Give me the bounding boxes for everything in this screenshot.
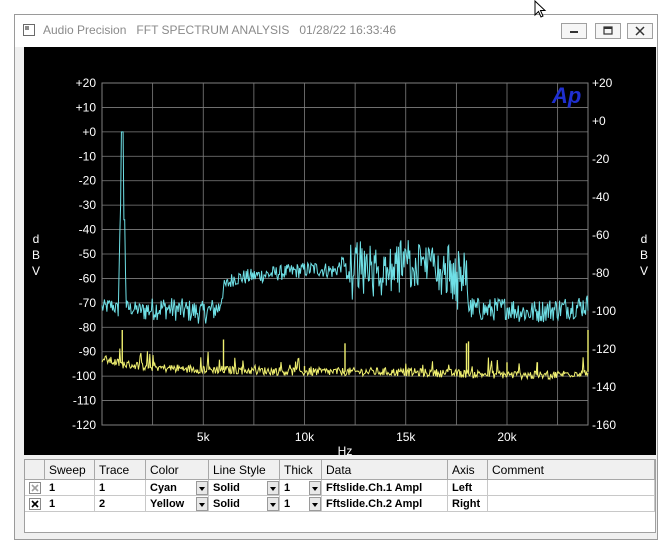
cell-sweep: 1	[45, 480, 95, 496]
right-tick-label: -60	[592, 228, 610, 242]
left-tick-label: -50	[79, 247, 97, 261]
left-tick-label: -90	[79, 345, 97, 359]
cell-data[interactable]: Fftslide.Ch.1 Ampl	[322, 480, 448, 496]
cell-sweep: 1	[45, 496, 95, 512]
trace-table[interactable]: Sweep Trace Color Line Style Thick Data Axis Co…	[24, 459, 656, 533]
app-window: Audio Precision FFT SPECTRUM ANALYSIS 01…	[14, 14, 658, 540]
right-axis-label: B	[640, 248, 648, 262]
right-tick-label: -40	[592, 190, 610, 204]
left-tick-label: -10	[79, 149, 97, 163]
cell-comment[interactable]	[488, 480, 655, 496]
close-icon	[635, 26, 645, 36]
right-tick-label: +0	[592, 114, 606, 128]
right-tick-label: -120	[592, 342, 616, 356]
left-tick-label: -30	[79, 198, 97, 212]
right-tick-label: -160	[592, 418, 616, 432]
close-button[interactable]	[627, 23, 653, 39]
minimize-button[interactable]	[561, 23, 587, 39]
right-axis-label: d	[641, 232, 648, 246]
ap-logo: Ap	[551, 83, 581, 108]
left-tick-label: +0	[82, 125, 96, 139]
left-tick-label: -120	[72, 418, 96, 432]
cell-axis[interactable]: Right	[448, 496, 488, 512]
left-axis-label: d	[33, 232, 40, 246]
x-tick-label: 15k	[396, 430, 416, 444]
cell-axis[interactable]: Left	[448, 480, 488, 496]
trace-visible-checkbox[interactable]	[29, 482, 41, 494]
table-header-line-style[interactable]: Line Style	[209, 460, 280, 480]
table-header-comment[interactable]: Comment	[488, 460, 655, 480]
maximize-icon	[603, 26, 613, 35]
left-axis-label: B	[32, 248, 40, 262]
cell-trace: 1	[95, 480, 146, 496]
dropdown-arrow-icon[interactable]	[309, 497, 321, 511]
dropdown-arrow-icon[interactable]	[267, 481, 279, 495]
table-header-axis[interactable]: Axis	[448, 460, 488, 480]
maximize-button[interactable]	[595, 23, 621, 39]
mouse-cursor-icon	[534, 0, 547, 18]
dropdown-arrow-icon[interactable]	[196, 497, 208, 511]
spectrum-plot[interactable]: +20 +10 +0 -10 -20 -30 -40 -50 -60 -70 -80 -90 -100 -…	[24, 47, 656, 455]
x-tick-label: 5k	[197, 430, 211, 444]
left-tick-label: -40	[79, 223, 97, 237]
trace-visible-checkbox[interactable]	[29, 498, 41, 510]
app-icon[interactable]	[23, 24, 35, 36]
table-header-color[interactable]: Color	[146, 460, 209, 480]
series-line-ch1	[101, 131, 589, 324]
x-tick-label: 10k	[295, 430, 315, 444]
cell-data[interactable]: Fftslide.Ch.2 Ampl	[322, 496, 448, 512]
left-tick-label: -20	[79, 174, 97, 188]
left-tick-label: +20	[76, 76, 97, 90]
dropdown-arrow-icon[interactable]	[196, 481, 208, 495]
window-title: Audio Precision FFT SPECTRUM ANALYSIS 01…	[43, 23, 397, 37]
right-tick-label: +20	[592, 76, 613, 90]
title-bar[interactable]: Audio Precision FFT SPECTRUM ANALYSIS 01…	[15, 15, 657, 47]
left-tick-label: -80	[79, 320, 97, 334]
table-header-thick[interactable]: Thick	[280, 460, 322, 480]
table-header-sweep[interactable]: Sweep	[45, 460, 95, 480]
right-tick-label: -100	[592, 304, 616, 318]
right-tick-label: -80	[592, 266, 610, 280]
left-axis-label: V	[32, 264, 40, 278]
right-tick-label: -20	[592, 152, 610, 166]
left-tick-label: -60	[79, 271, 97, 285]
left-tick-label: -70	[79, 296, 97, 310]
cell-comment[interactable]	[488, 496, 655, 512]
left-tick-label: -100	[72, 369, 96, 383]
right-tick-label: -140	[592, 380, 616, 394]
spectrum-chart: +20 +10 +0 -10 -20 -30 -40 -50 -60 -70 -80 -90 -100 -…	[32, 76, 648, 455]
right-axis-label: V	[640, 264, 648, 278]
dropdown-arrow-icon[interactable]	[267, 497, 279, 511]
minimize-icon	[570, 31, 578, 33]
x-tick-label: 20k	[497, 430, 517, 444]
cell-trace: 2	[95, 496, 146, 512]
table-header-corner	[25, 460, 45, 480]
table-header-trace[interactable]: Trace	[95, 460, 146, 480]
left-tick-label: -110	[73, 394, 96, 408]
dropdown-arrow-icon[interactable]	[309, 481, 321, 495]
x-axis-label: Hz	[338, 444, 353, 455]
table-header-data[interactable]: Data	[322, 460, 448, 480]
left-tick-label: +10	[76, 100, 97, 114]
